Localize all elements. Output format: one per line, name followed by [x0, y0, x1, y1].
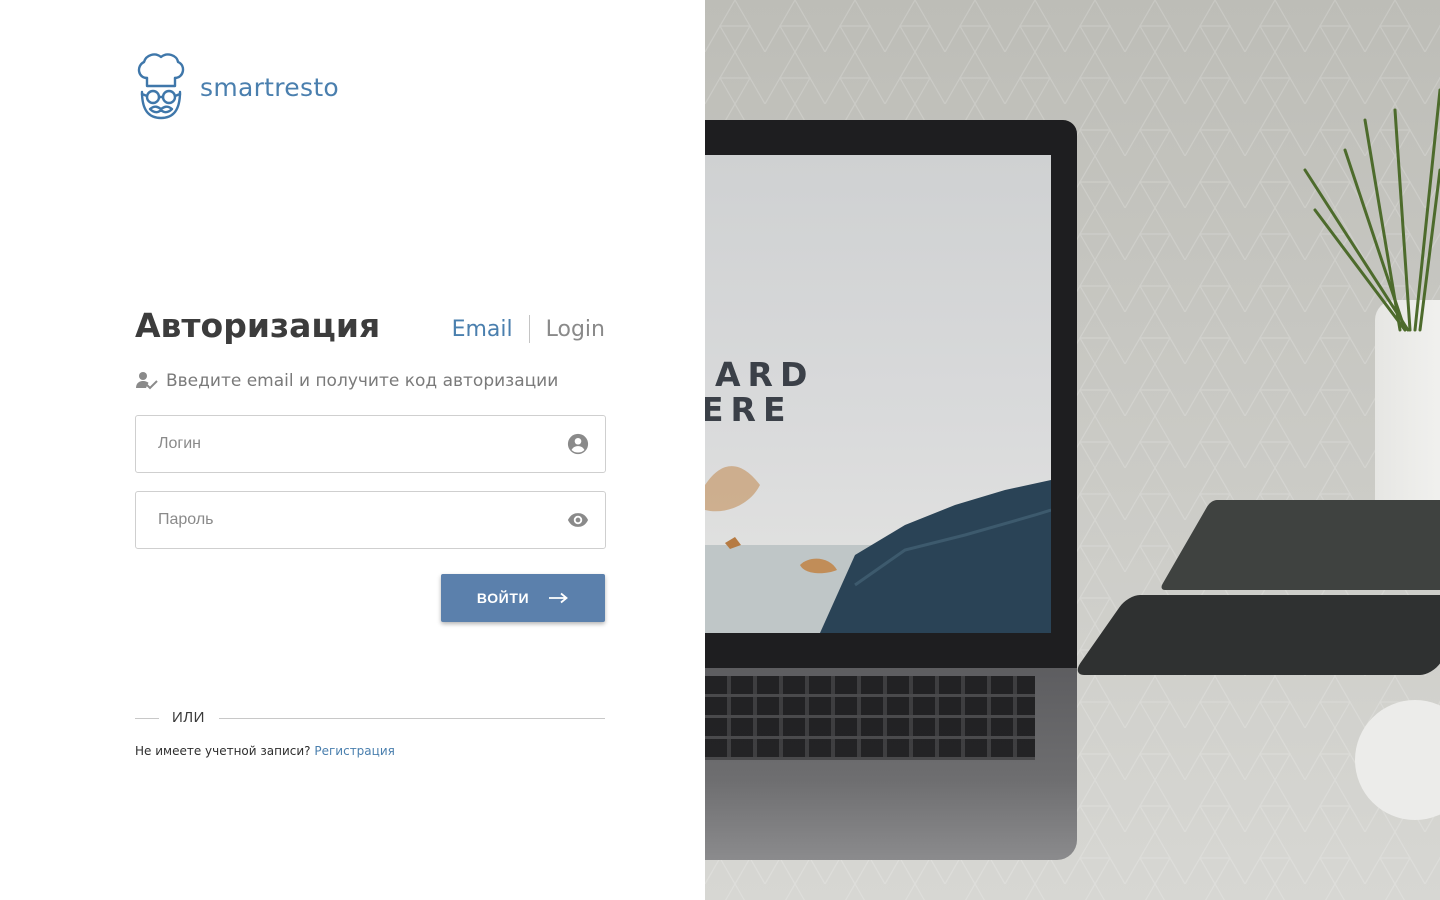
- login-input[interactable]: [158, 416, 548, 472]
- signup-prompt: Не имеете учетной записи? Регистрация: [135, 744, 395, 758]
- or-label: ИЛИ: [172, 709, 205, 726]
- tab-login[interactable]: Login: [546, 317, 605, 342]
- or-divider: ИЛИ: [135, 708, 605, 728]
- brand-logo[interactable]: smartresto: [134, 52, 339, 122]
- account-circle-icon: [567, 433, 589, 455]
- signup-link[interactable]: Регистрация: [314, 744, 394, 758]
- screen-landscape: [705, 466, 1051, 633]
- or-line-right: [219, 718, 605, 719]
- submit-label: ВОЙТИ: [476, 590, 530, 606]
- eye-icon[interactable]: [567, 509, 589, 531]
- tab-email[interactable]: Email: [452, 317, 513, 342]
- laptop-screen: ARD ERE: [705, 155, 1051, 633]
- background-photo: ARD ERE: [705, 0, 1440, 900]
- auth-mode-tabs: Email Login: [452, 314, 605, 344]
- auth-hint: Введите email и получите код авторизации: [136, 371, 558, 391]
- arrow-right-icon: [549, 592, 569, 604]
- chef-mascot-icon: [137, 53, 185, 120]
- page-title: Авторизация: [135, 306, 381, 345]
- password-input[interactable]: [158, 492, 548, 548]
- hint-text: Введите email и получите код авторизации: [166, 371, 559, 391]
- brand-name: smartresto: [200, 72, 340, 102]
- person-check-icon: [136, 372, 158, 390]
- or-line-left: [135, 718, 159, 719]
- keyboard-rows: [705, 676, 1035, 760]
- signup-text: Не имеете учетной записи?: [135, 744, 311, 758]
- submit-button[interactable]: ВОЙТИ: [441, 574, 605, 622]
- login-panel: smartresto Авторизация Email Login Введи…: [0, 0, 705, 900]
- phone-device: [1071, 595, 1440, 675]
- tab-divider: [528, 315, 530, 343]
- login-field: [135, 415, 606, 473]
- password-field: [135, 491, 606, 549]
